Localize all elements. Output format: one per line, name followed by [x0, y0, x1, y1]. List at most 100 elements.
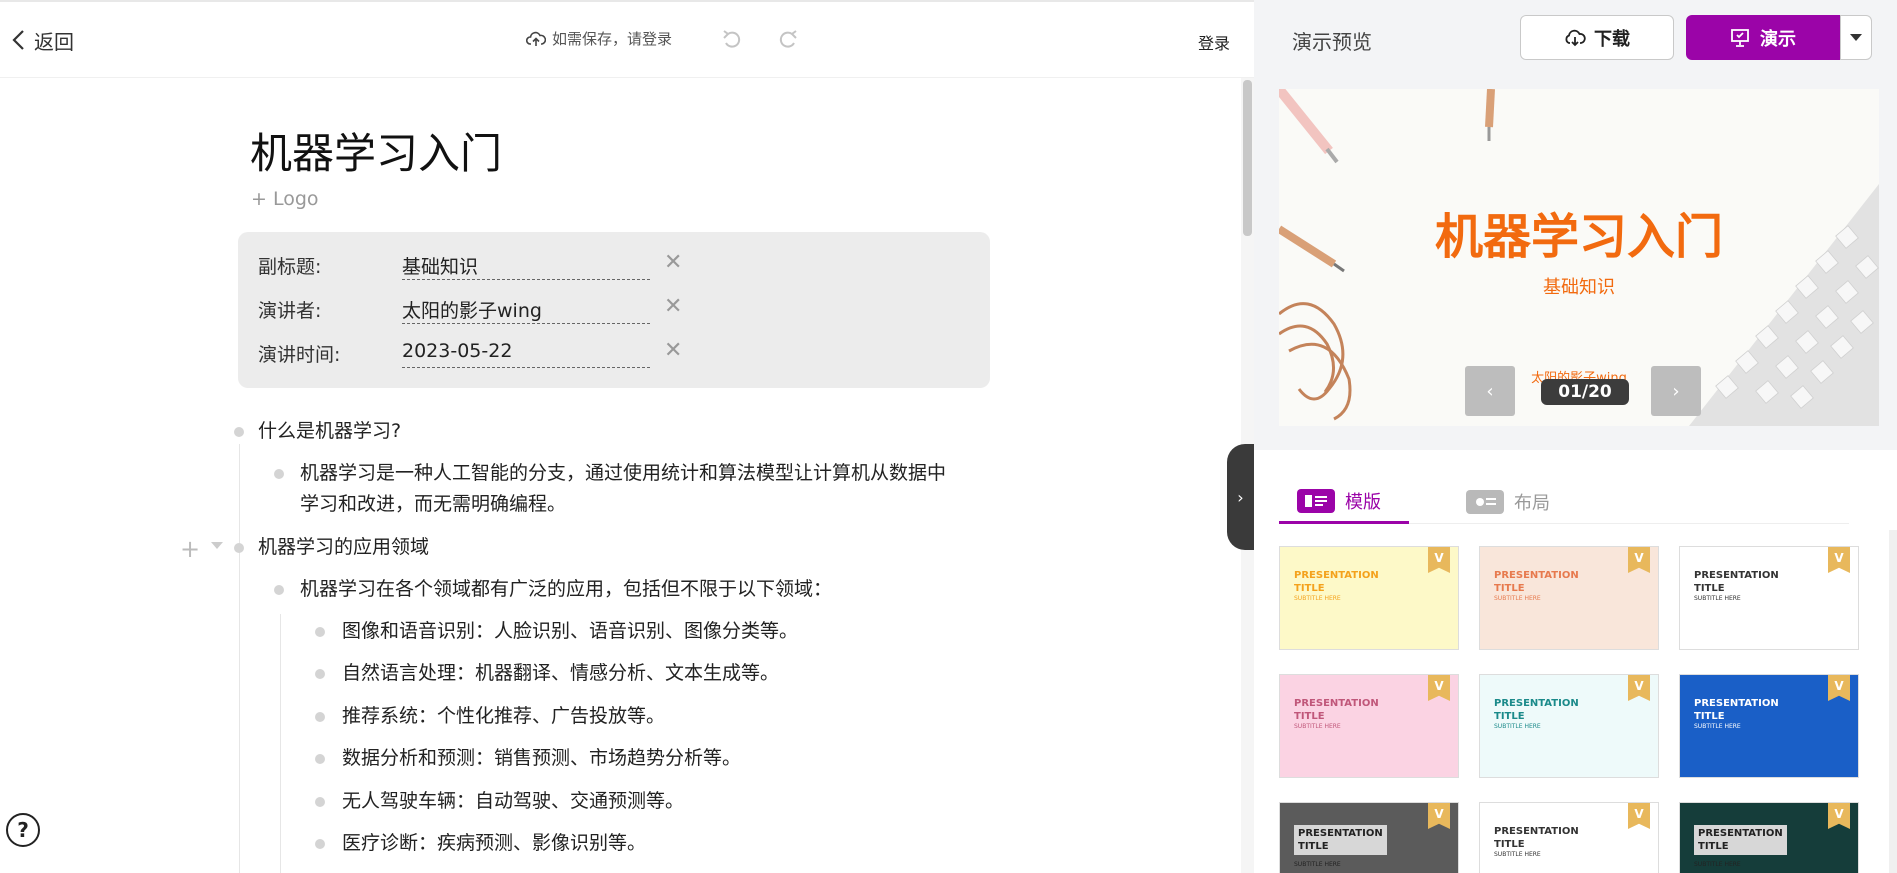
bullet-dot[interactable]: [315, 712, 325, 722]
premium-badge: V: [1428, 547, 1450, 573]
bullet-dot[interactable]: [315, 627, 325, 637]
bullet-dot[interactable]: [234, 543, 244, 553]
template-subtitle: SUBTITLE HERE: [1494, 595, 1541, 602]
template-title: PRESENTATION TITLE: [1694, 698, 1779, 722]
template-thumbnail[interactable]: PRESENTATION TITLE SUBTITLE HERE V: [1279, 674, 1459, 778]
bullet-dot[interactable]: [274, 585, 284, 595]
tab-templates-label: 模版: [1345, 491, 1381, 513]
template-title: PRESENTATION TITLE: [1494, 698, 1579, 722]
outline-item[interactable]: 无人驾驶车辆：自动驾驶、交通预测等。: [342, 786, 1042, 817]
template-thumbnail[interactable]: PRESENTATION TITLE SUBTITLE HERE V: [1279, 546, 1459, 650]
slide-preview: 机器学习入门 基础知识 太阳的影子wing ‹ › 01/20: [1279, 89, 1879, 426]
outline-item[interactable]: 自然语言处理：机器翻译、情感分析、文本生成等。: [342, 658, 1042, 689]
template-thumbnail[interactable]: PRESENTATION TITLESUBTITLE HEREV4:3: [1279, 802, 1459, 873]
save-status-text: 如需保存，请登录: [552, 30, 673, 48]
outline-item[interactable]: 机器学习是一种人工智能的分支，通过使用统计和算法模型让计算机从数据中学习和改进，…: [300, 458, 950, 520]
premium-badge: V: [1628, 547, 1650, 573]
outline-item[interactable]: 数据分析和预测：销售预测、市场趋势分析等。: [342, 743, 1042, 774]
document-title[interactable]: 机器学习入门: [250, 120, 502, 181]
premium-badge: V: [1628, 675, 1650, 701]
paperclip-image: [1279, 302, 1352, 421]
bullet-dot[interactable]: [315, 797, 325, 807]
template-subtitle: SUBTITLE HERE: [1694, 723, 1741, 730]
template-section: 模版 布局 PRESENTATION TITLE SUBTITLE HERE V PR…: [1254, 450, 1897, 873]
cloud-download-icon: [1565, 29, 1586, 46]
outline-item[interactable]: 什么是机器学习?: [258, 416, 958, 447]
template-icon: [1297, 488, 1335, 513]
template-grid: PRESENTATION TITLE SUBTITLE HERE V PRESENTA…: [1279, 546, 1879, 873]
template-thumbnail[interactable]: PRESENTATION TITLE SUBTITLE HERE V: [1679, 546, 1859, 650]
subtitle-row: 副标题: 基础知识 ✕: [238, 244, 990, 284]
template-subtitle: SUBTITLE HERE: [1494, 851, 1541, 858]
speaker-field[interactable]: 太阳的影子wing: [402, 292, 650, 324]
collapse-caret-icon[interactable]: [211, 542, 223, 549]
presentation-icon: [1731, 28, 1749, 47]
outline-item[interactable]: 医疗诊断：疾病预测、影像识别等。: [342, 828, 1042, 859]
clear-speaker-icon[interactable]: ✕: [664, 294, 682, 319]
template-thumbnail[interactable]: PRESENTATION TITLE SUBTITLE HERE V: [1479, 802, 1659, 873]
scroll-thumb[interactable]: [1243, 80, 1252, 236]
template-subtitle: SUBTITLE HERE: [1294, 595, 1341, 602]
outline-item[interactable]: 机器学习的应用领域: [258, 532, 958, 563]
redo-icon[interactable]: [776, 28, 800, 52]
date-label: 演讲时间:: [258, 344, 341, 366]
download-label: 下载: [1594, 28, 1630, 50]
template-thumbnail[interactable]: PRESENTATION TITLESUBTITLE HEREV4:3: [1679, 802, 1859, 873]
template-title: PRESENTATION TITLE: [1294, 825, 1387, 855]
back-button[interactable]: 返回: [10, 24, 74, 56]
tab-layout-label: 布局: [1514, 493, 1550, 514]
template-thumbnail[interactable]: PRESENTATION TITLE SUBTITLE HERE V: [1679, 674, 1859, 778]
template-subtitle: SUBTITLE HERE: [1694, 595, 1741, 602]
outline-item[interactable]: 图像和语音识别：人脸识别、语音识别、图像分类等。: [342, 616, 1042, 647]
present-button[interactable]: 演示: [1686, 15, 1840, 60]
outline-item[interactable]: 机器学习在各个领域都有广泛的应用，包括但不限于以下领域：: [300, 574, 950, 605]
chevron-left-icon: [12, 30, 24, 50]
chevron-left-icon: ‹: [1486, 380, 1494, 402]
chevron-right-icon: ›: [1237, 487, 1244, 507]
save-status: 如需保存，请登录: [526, 28, 672, 49]
tab-templates[interactable]: 模版: [1279, 480, 1409, 524]
bullet-dot[interactable]: [274, 469, 284, 479]
template-thumbnail[interactable]: PRESENTATION TITLE SUBTITLE HERE V: [1479, 674, 1659, 778]
clear-date-icon[interactable]: ✕: [664, 338, 682, 363]
speaker-row: 演讲者: 太阳的影子wing ✕: [238, 288, 990, 328]
premium-badge: V: [1628, 803, 1650, 829]
bullet-dot[interactable]: [315, 669, 325, 679]
prev-slide-button[interactable]: ‹: [1465, 366, 1515, 416]
undo-icon[interactable]: [720, 28, 744, 52]
outline-item[interactable]: 推荐系统：个性化推荐、广告投放等。: [342, 701, 1042, 732]
outline-guide-line: [239, 444, 240, 873]
date-row: 演讲时间: 2023-05-22 ✕: [238, 332, 990, 372]
bullet-dot[interactable]: [315, 839, 325, 849]
add-logo-button[interactable]: + Logo: [251, 188, 319, 210]
template-subtitle: SUBTITLE HERE: [1694, 861, 1741, 868]
premium-badge: V: [1828, 547, 1850, 573]
login-link[interactable]: 登录: [1198, 30, 1230, 54]
premium-badge: V: [1828, 675, 1850, 701]
premium-badge: V: [1428, 675, 1450, 701]
next-slide-button[interactable]: ›: [1651, 366, 1701, 416]
subtitle-field[interactable]: 基础知识: [402, 248, 650, 280]
help-icon[interactable]: ?: [6, 813, 40, 847]
add-block-icon[interactable]: +: [180, 535, 200, 563]
panel-tabs: 模版 布局: [1279, 480, 1849, 524]
tab-layout[interactable]: 布局: [1466, 480, 1586, 524]
collapse-panel-toggle[interactable]: ›: [1227, 444, 1254, 550]
panel-scrollbar[interactable]: [1889, 530, 1897, 873]
subtitle-label: 副标题:: [258, 256, 322, 278]
present-label: 演示: [1760, 28, 1796, 50]
clear-subtitle-icon[interactable]: ✕: [664, 250, 682, 275]
present-options-dropdown[interactable]: [1840, 15, 1872, 60]
template-subtitle: SUBTITLE HERE: [1294, 723, 1341, 730]
download-button[interactable]: 下载: [1520, 15, 1674, 60]
bullet-dot[interactable]: [234, 427, 244, 437]
date-field[interactable]: 2023-05-22: [402, 336, 650, 368]
template-title: PRESENTATION TITLE: [1494, 570, 1579, 594]
template-title: PRESENTATION TITLE: [1694, 570, 1779, 594]
template-title: PRESENTATION TITLE: [1694, 825, 1787, 855]
bullet-dot[interactable]: [315, 754, 325, 764]
slide-title: 机器学习入门: [1434, 209, 1723, 265]
template-thumbnail[interactable]: PRESENTATION TITLE SUBTITLE HERE V: [1479, 546, 1659, 650]
editor-toolbar: 返回 如需保存，请登录 登录: [0, 2, 1254, 78]
template-subtitle: SUBTITLE HERE: [1494, 723, 1541, 730]
